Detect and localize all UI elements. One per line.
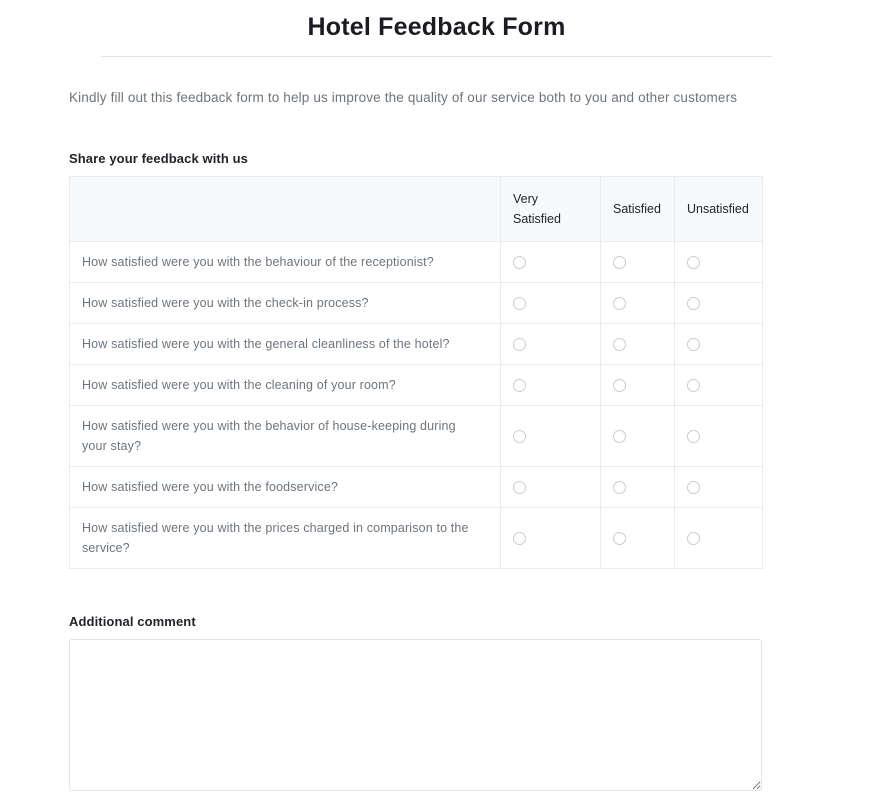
matrix-question-cell: How satisfied were you with the foodserv…	[69, 466, 501, 508]
table-row: How satisfied were you with the foodserv…	[69, 466, 763, 508]
matrix-option-cell[interactable]	[674, 364, 763, 406]
matrix-header-row: Very Satisfied Satisfied Unsatisfied	[69, 176, 763, 242]
radio-button-icon[interactable]	[687, 256, 700, 270]
matrix-option-cell[interactable]	[674, 405, 763, 467]
matrix-header: Very Satisfied Satisfied Unsatisfied	[69, 176, 763, 242]
matrix-question-cell: How satisfied were you with the behaviou…	[69, 241, 501, 283]
matrix-option-cell[interactable]	[600, 323, 675, 365]
matrix-header-unsatisfied: Unsatisfied	[674, 176, 763, 242]
radio-button-icon[interactable]	[513, 532, 526, 546]
matrix-option-cell[interactable]	[500, 282, 601, 324]
radio-button-icon[interactable]	[687, 430, 700, 444]
additional-comment-container	[0, 629, 873, 791]
radio-button-icon[interactable]	[687, 338, 700, 352]
table-row: How satisfied were you with the general …	[69, 323, 763, 365]
radio-button-icon[interactable]	[687, 481, 700, 495]
intro-paragraph: Kindly fill out this feedback form to he…	[69, 90, 738, 105]
radio-button-icon[interactable]	[613, 481, 626, 495]
matrix-header-very-satisfied: Very Satisfied	[500, 176, 601, 242]
matrix-option-cell[interactable]	[674, 241, 763, 283]
radio-button-icon[interactable]	[513, 430, 526, 444]
matrix-option-cell[interactable]	[674, 507, 763, 569]
table-row: How satisfied were you with the check-in…	[69, 282, 763, 324]
matrix-option-cell[interactable]	[500, 241, 601, 283]
table-row: How satisfied were you with the cleaning…	[69, 364, 763, 406]
matrix-option-cell[interactable]	[600, 466, 675, 508]
feedback-section-label: Share your feedback with us	[69, 151, 248, 166]
radio-button-icon[interactable]	[613, 256, 626, 270]
matrix-header-satisfied: Satisfied	[600, 176, 675, 242]
matrix-option-cell[interactable]	[600, 241, 675, 283]
matrix-option-cell[interactable]	[500, 364, 601, 406]
matrix-question-cell: How satisfied were you with the behavior…	[69, 405, 501, 467]
matrix-body: How satisfied were you with the behaviou…	[69, 241, 763, 569]
feedback-matrix-table: Very Satisfied Satisfied Unsatisfied How…	[69, 176, 763, 569]
matrix-option-cell[interactable]	[674, 282, 763, 324]
feedback-matrix-container: Very Satisfied Satisfied Unsatisfied How…	[0, 166, 873, 569]
radio-button-icon[interactable]	[687, 532, 700, 546]
radio-button-icon[interactable]	[613, 532, 626, 546]
matrix-header-question	[69, 176, 501, 242]
matrix-option-cell[interactable]	[500, 507, 601, 569]
matrix-option-cell[interactable]	[500, 466, 601, 508]
radio-button-icon[interactable]	[513, 379, 526, 393]
radio-button-icon[interactable]	[613, 338, 626, 352]
additional-comment-textarea[interactable]	[69, 639, 762, 791]
table-row: How satisfied were you with the behavior…	[69, 405, 763, 467]
additional-comment-label: Additional comment	[69, 614, 196, 629]
radio-button-icon[interactable]	[687, 297, 700, 311]
radio-button-icon[interactable]	[513, 338, 526, 352]
radio-button-icon[interactable]	[613, 430, 626, 444]
matrix-question-cell: How satisfied were you with the prices c…	[69, 507, 501, 569]
matrix-option-cell[interactable]	[500, 405, 601, 467]
radio-button-icon[interactable]	[613, 379, 626, 393]
radio-button-icon[interactable]	[613, 297, 626, 311]
matrix-option-cell[interactable]	[600, 364, 675, 406]
matrix-option-cell[interactable]	[600, 507, 675, 569]
matrix-question-cell: How satisfied were you with the general …	[69, 323, 501, 365]
matrix-option-cell[interactable]	[600, 405, 675, 467]
matrix-option-cell[interactable]	[600, 282, 675, 324]
table-row: How satisfied were you with the behaviou…	[69, 241, 763, 283]
radio-button-icon[interactable]	[513, 256, 526, 270]
table-row: How satisfied were you with the prices c…	[69, 507, 763, 569]
feedback-form-page: Hotel Feedback Form Kindly fill out this…	[0, 0, 873, 795]
radio-button-icon[interactable]	[513, 481, 526, 495]
radio-button-icon[interactable]	[513, 297, 526, 311]
matrix-option-cell[interactable]	[674, 466, 763, 508]
matrix-option-cell[interactable]	[674, 323, 763, 365]
matrix-question-cell: How satisfied were you with the check-in…	[69, 282, 501, 324]
radio-button-icon[interactable]	[687, 379, 700, 393]
matrix-option-cell[interactable]	[500, 323, 601, 365]
page-title: Hotel Feedback Form	[307, 13, 566, 41]
matrix-question-cell: How satisfied were you with the cleaning…	[69, 364, 501, 406]
